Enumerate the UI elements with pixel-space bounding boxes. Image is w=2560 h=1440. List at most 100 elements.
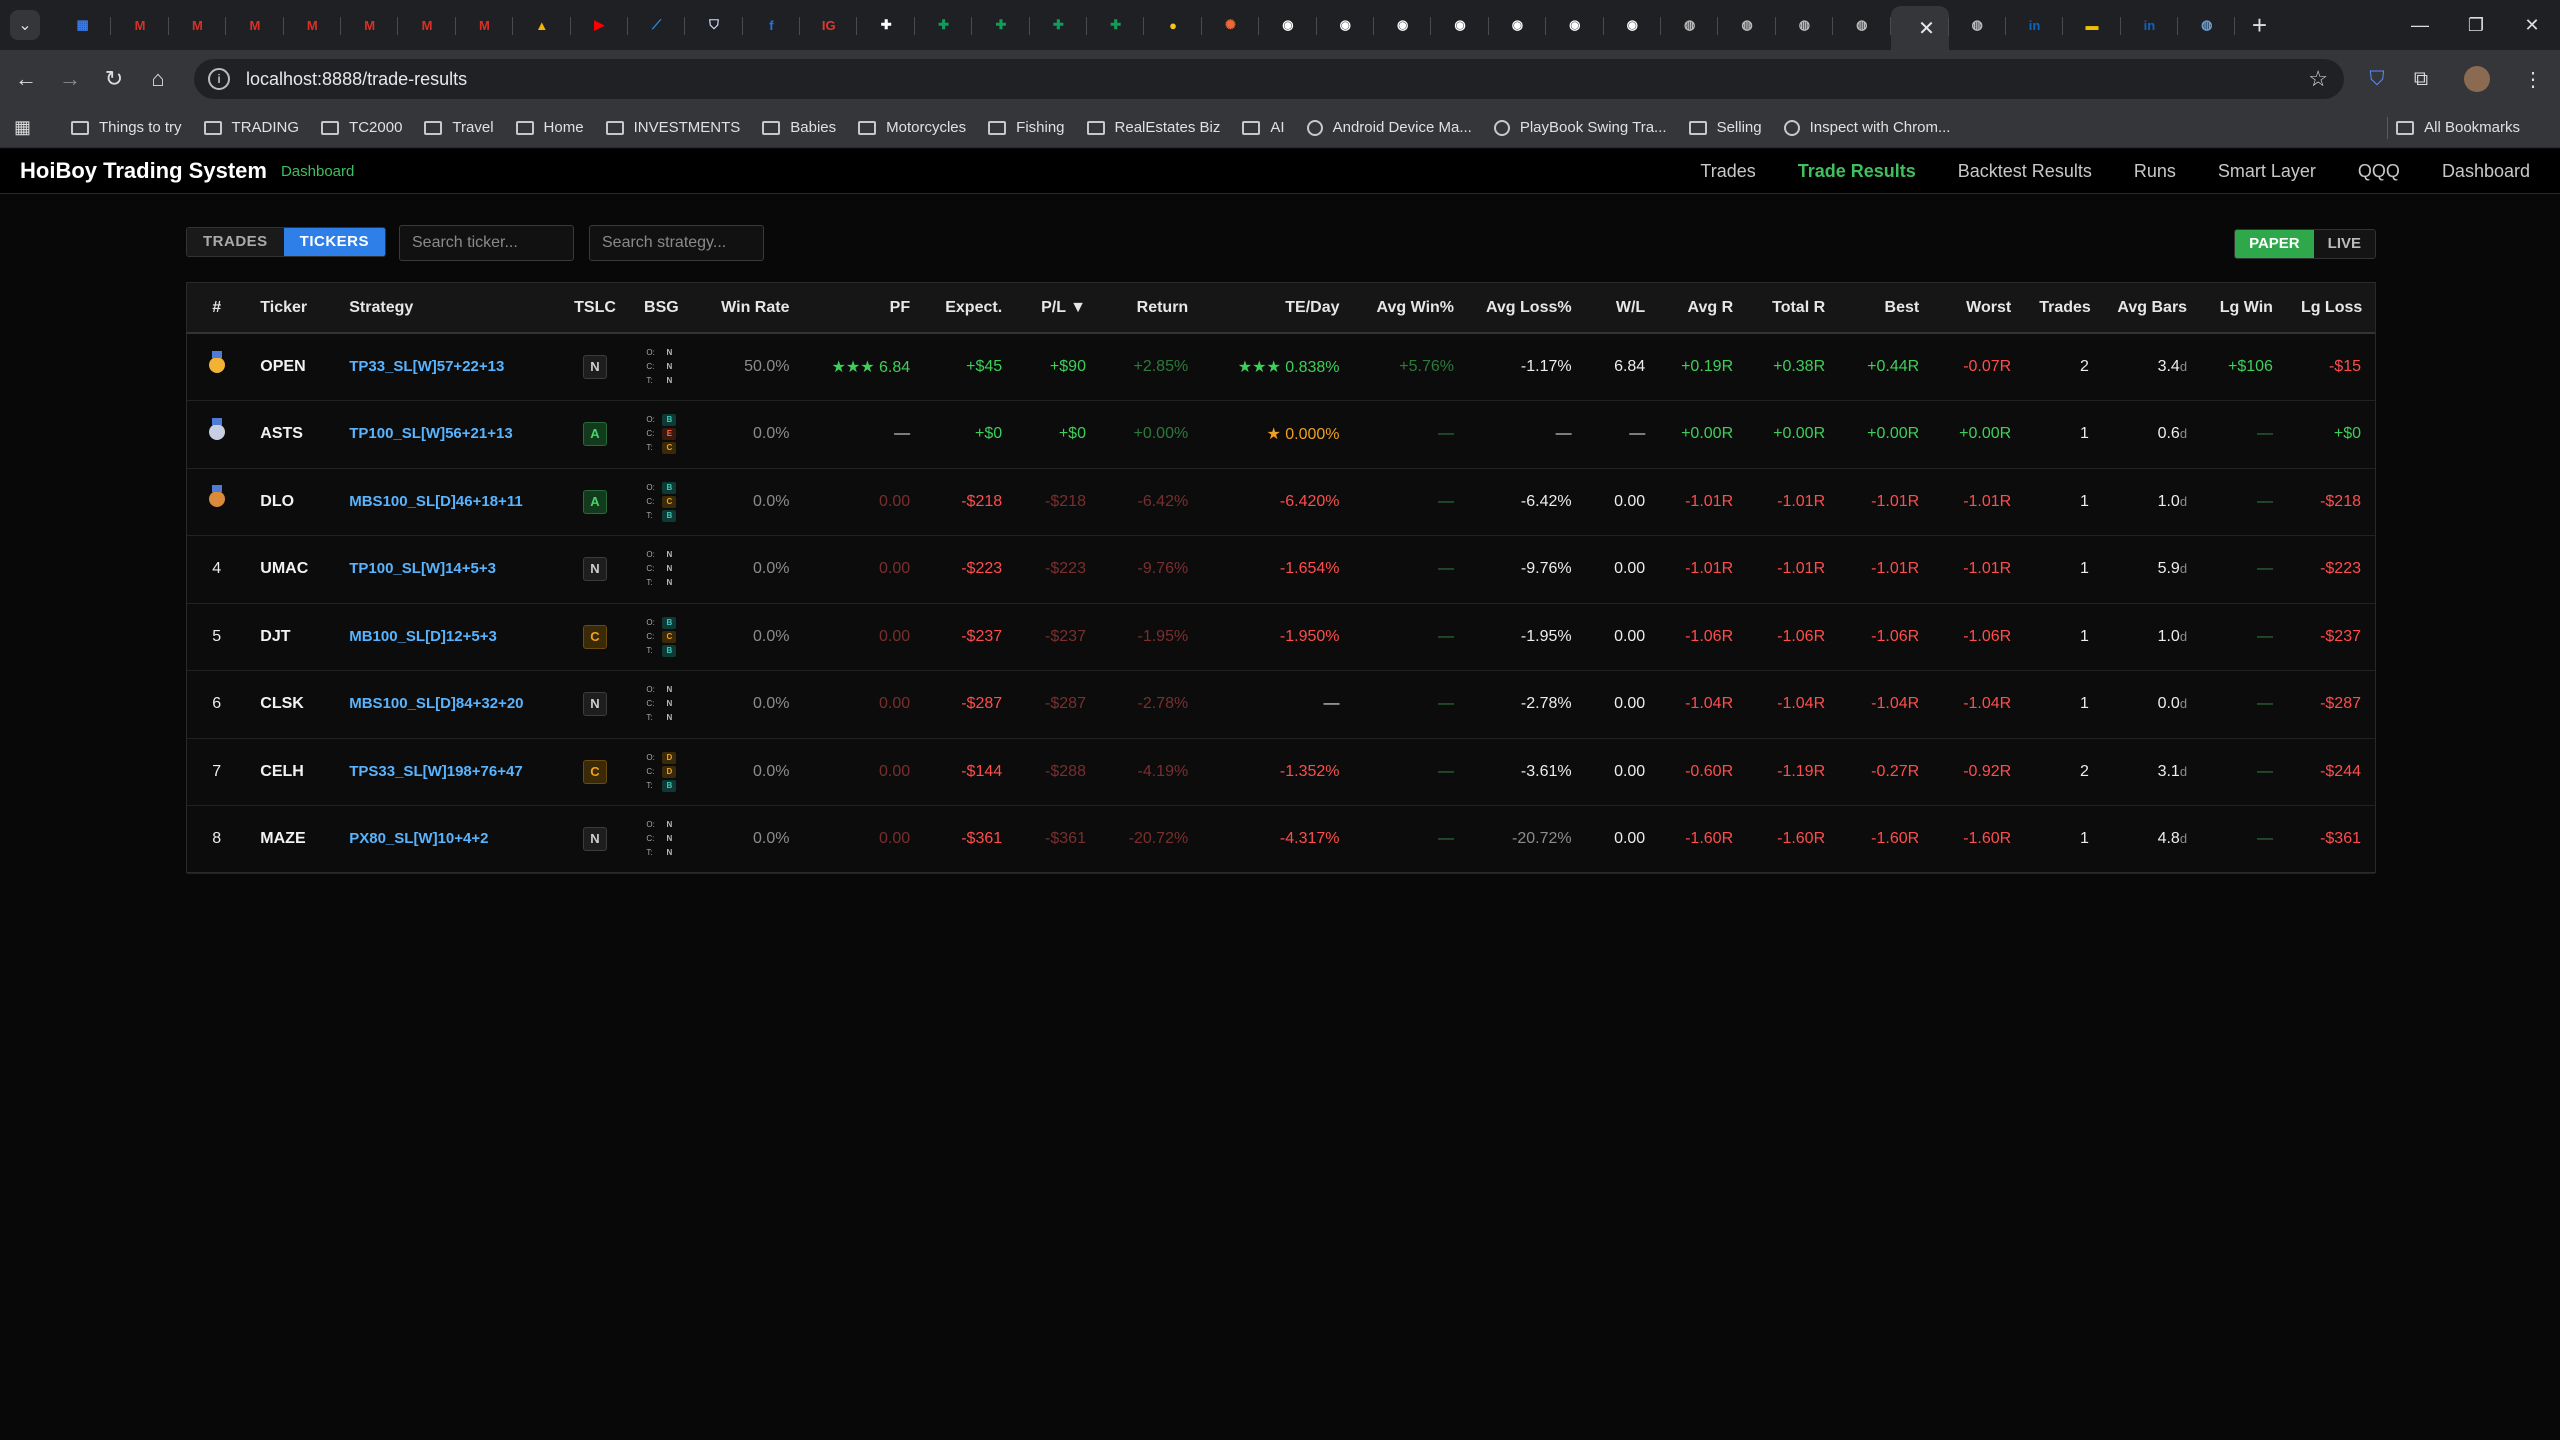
bookmark-item[interactable]: Home [515,119,584,136]
browser-tab[interactable]: ⛉ [685,5,743,45]
browser-tab[interactable]: ◍ [2178,5,2236,45]
ticker-cell[interactable]: DLO [246,468,335,536]
strategy-link[interactable]: MBS100_SL[D]46+18+11 [349,493,522,510]
back-icon[interactable]: ← [4,66,48,92]
browser-tab[interactable]: in [2121,5,2179,45]
address-bar[interactable]: i localhost:8888/trade-results ☆ [194,59,2344,99]
table-row[interactable]: 8 MAZE PX80_SL[W]10+4+2 N O: N C: N T: N 0.0% 0.00 -… [187,806,2375,874]
all-bookmarks[interactable]: All Bookmarks [2396,119,2520,136]
browser-tab[interactable]: ✚ [1030,5,1088,45]
browser-tab[interactable]: ◉ [1431,5,1489,45]
site-info-icon[interactable]: i [208,68,230,90]
browser-tab[interactable]: ✕ [1890,6,1949,50]
profile-avatar[interactable] [2464,66,2490,92]
bookmark-item[interactable]: Things to try [71,119,182,136]
ticker-cell[interactable]: UMAC [246,536,335,604]
browser-tab[interactable]: ▬ [2063,5,2121,45]
column-header[interactable]: Avg Win% [1354,283,1469,333]
table-row[interactable]: 5 DJT MB100_SL[D]12+5+3 C O: B C: C T: B 0.0% 0.00 -… [187,603,2375,671]
bookmark-item[interactable]: TRADING [203,119,299,136]
browser-tab[interactable]: ▦ [54,5,112,45]
column-header[interactable]: Avg R [1659,283,1747,333]
nav-link-dashboard[interactable]: Dashboard [2442,161,2530,182]
forward-icon[interactable]: → [48,66,92,92]
table-row[interactable]: OPEN TP33_SL[W]57+22+13 N O: N C: N T: N 50.0% ★★★… [187,333,2375,401]
search-ticker-input[interactable] [399,225,574,261]
nav-link-qqq[interactable]: QQQ [2358,161,2400,182]
bookmark-item[interactable]: TC2000 [321,119,402,136]
browser-tab[interactable]: ◉ [1489,5,1547,45]
bookmark-star-icon[interactable]: ☆ [2308,66,2328,92]
nav-link-trade-results[interactable]: Trade Results [1798,161,1916,182]
search-strategy-input[interactable] [589,225,764,261]
ticker-cell[interactable]: OPEN [246,333,335,401]
apps-grid-icon[interactable]: ▦ [0,117,49,138]
column-header[interactable]: Worst [1933,283,2025,333]
browser-tab[interactable]: ◍ [1661,5,1719,45]
column-header[interactable]: Ticker [246,283,335,333]
browser-tab[interactable]: ✺ [1202,5,1260,45]
column-header[interactable]: # [187,283,246,333]
column-header[interactable]: TE/Day [1202,283,1353,333]
column-header[interactable]: Strategy [335,283,560,333]
table-row[interactable]: ASTS TP100_SL[W]56+21+13 A O: B C: E T: C 0.0% — +$… [187,401,2375,469]
table-row[interactable]: DLO MBS100_SL[D]46+18+11 A O: B C: C T: B 0.0% 0.0… [187,468,2375,536]
bookmark-item[interactable]: Motorcycles [858,119,966,136]
browser-tab[interactable]: ◉ [1546,5,1604,45]
home-icon[interactable]: ⌂ [136,66,180,92]
column-header[interactable]: W/L [1586,283,1660,333]
view-tickers-button[interactable]: TICKERS [283,228,386,256]
browser-tab[interactable]: ✚ [915,5,973,45]
brand-title[interactable]: HoiBoy Trading System [20,158,267,184]
nav-link-backtest-results[interactable]: Backtest Results [1958,161,2092,182]
browser-tab[interactable]: ▲ [513,5,571,45]
nav-link-runs[interactable]: Runs [2134,161,2176,182]
browser-tab[interactable]: ◍ [1833,5,1891,45]
column-header[interactable]: BSG [630,283,693,333]
browser-tab[interactable]: ● [1144,5,1202,45]
strategy-link[interactable]: TPS33_SL[W]198+76+47 [349,763,522,780]
browser-tab[interactable]: ◉ [1604,5,1661,45]
column-header[interactable]: Avg Bars [2103,283,2201,333]
bookmark-item[interactable]: Inspect with Chrom... [1783,119,1950,136]
bookmark-item[interactable]: RealEstates Biz [1086,119,1220,136]
ticker-cell[interactable]: DJT [246,603,335,671]
browser-tab[interactable]: M [169,5,227,45]
reload-icon[interactable]: ↻ [92,66,136,92]
table-row[interactable]: 4 UMAC TP100_SL[W]14+5+3 N O: N C: N T: N 0.0% 0.00… [187,536,2375,604]
strategy-link[interactable]: MBS100_SL[D]84+32+20 [349,695,523,712]
column-header[interactable]: Avg Loss% [1468,283,1586,333]
bookmark-item[interactable]: Selling [1688,119,1762,136]
browser-tab[interactable]: ✚ [972,5,1030,45]
strategy-link[interactable]: TP33_SL[W]57+22+13 [349,358,504,375]
column-header[interactable]: Expect. [924,283,1016,333]
ticker-cell[interactable]: CLSK [246,671,335,739]
browser-tab[interactable]: ◉ [1259,5,1317,45]
browser-tab[interactable]: ⟋ [628,5,686,45]
browser-tab[interactable]: f [743,5,801,45]
column-header[interactable]: Total R [1747,283,1839,333]
view-trades-button[interactable]: TRADES [187,228,284,256]
bookmark-item[interactable]: INVESTMENTS [605,119,740,136]
tab-search-chevron-icon[interactable]: ⌄ [10,10,40,40]
browser-tab[interactable]: M [284,5,341,45]
brand-subtitle[interactable]: Dashboard [281,163,354,180]
extensions-puzzle-icon[interactable]: ⧉ [2406,64,2436,94]
bookmark-item[interactable]: AI [1242,119,1285,136]
bookmark-item[interactable]: Android Device Ma... [1306,119,1472,136]
browser-tab[interactable]: ◉ [1317,5,1374,45]
minimize-icon[interactable]: — [2392,15,2448,36]
column-header[interactable]: Return [1100,283,1202,333]
nav-link-smart-layer[interactable]: Smart Layer [2218,161,2316,182]
browser-tab[interactable]: IG [800,5,858,45]
ticker-cell[interactable]: ASTS [246,401,335,469]
browser-tab[interactable]: in [2006,5,2064,45]
column-header[interactable]: Lg Win [2201,283,2287,333]
new-tab-button[interactable]: + [2241,10,2277,41]
column-header[interactable]: TSLC [560,283,630,333]
browser-tab[interactable]: M [341,5,399,45]
close-window-icon[interactable]: ✕ [2504,15,2560,36]
ticker-cell[interactable]: MAZE [246,806,335,874]
table-row[interactable]: 6 CLSK MBS100_SL[D]84+32+20 N O: N C: N T: N 0.0% 0… [187,671,2375,739]
ticker-cell[interactable]: CELH [246,738,335,806]
